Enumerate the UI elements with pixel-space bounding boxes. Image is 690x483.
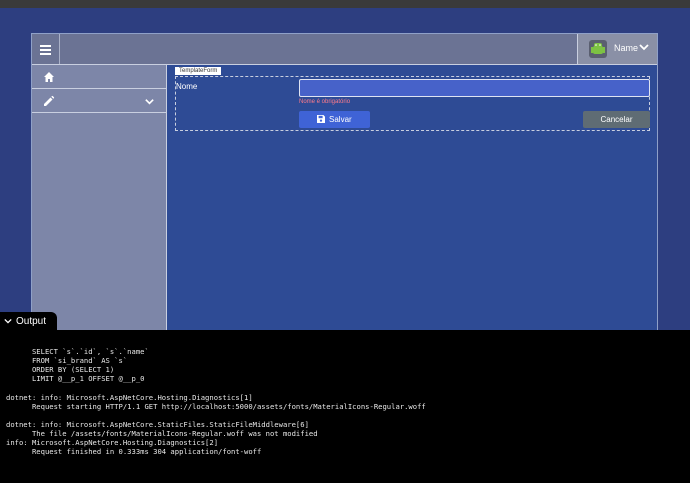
output-panel-tab[interactable]: Output xyxy=(0,312,57,331)
output-console: SELECT `s`.`id`, `s`.`name` FROM `si_bra… xyxy=(0,330,690,483)
chevron-down-icon xyxy=(639,44,649,51)
sidebar xyxy=(32,65,167,342)
android-avatar-icon xyxy=(589,40,607,58)
validation-error: Nome é obrigatório xyxy=(299,99,351,105)
log-line: SELECT `s`.`id`, `s`.`name` xyxy=(6,347,149,356)
field-label-nome: Nome xyxy=(176,82,198,91)
log-line: dotnet: info: Microsoft.AspNetCore.Hosti… xyxy=(6,393,253,402)
app-frame: Name TemplateForm Nome Nome é obrigatóri… xyxy=(31,33,658,343)
home-icon xyxy=(44,72,54,82)
floppy-disk-icon xyxy=(317,115,325,123)
log-line: LIMIT @__p_1 OFFSET @__p_0 xyxy=(6,374,145,383)
sidebar-item-edit[interactable] xyxy=(32,89,166,113)
menu-icon xyxy=(40,45,51,47)
window-top-strip xyxy=(0,0,690,8)
log-line: ORDER BY (SELECT 1) xyxy=(6,365,115,374)
log-line: dotnet: info: Microsoft.AspNetCore.Stati… xyxy=(6,420,309,429)
main-content: TemplateForm Nome Nome é obrigatório Sal… xyxy=(167,65,657,342)
log-line: Request starting HTTP/1.1 GET http://loc… xyxy=(6,402,426,411)
log-line: FROM `si_brand` AS `s` xyxy=(6,356,128,365)
chevron-down-icon xyxy=(145,99,154,105)
chevron-down-icon xyxy=(4,318,12,324)
save-button[interactable]: Salvar xyxy=(299,111,370,128)
app-header: Name xyxy=(32,34,657,65)
sidebar-item-home[interactable] xyxy=(32,65,166,89)
user-menu[interactable]: Name xyxy=(577,34,657,64)
template-form-label: TemplateForm xyxy=(175,67,222,75)
log-line: Request finished in 0.333ms 304 applicat… xyxy=(6,447,262,456)
cancel-button[interactable]: Cancelar xyxy=(583,111,650,128)
menu-button[interactable] xyxy=(32,34,60,64)
log-line: info: Microsoft.AspNetCore.Hosting.Diagn… xyxy=(6,438,219,447)
pencil-icon xyxy=(44,95,55,106)
log-line: The file /assets/fonts/MaterialIcons-Reg… xyxy=(6,429,318,438)
user-name: Name xyxy=(614,43,639,53)
nome-input[interactable] xyxy=(299,79,650,97)
save-button-label: Salvar xyxy=(329,115,352,124)
template-form: Nome Nome é obrigatório Salvar Cancelar xyxy=(175,76,650,131)
output-tab-label: Output xyxy=(16,316,47,327)
